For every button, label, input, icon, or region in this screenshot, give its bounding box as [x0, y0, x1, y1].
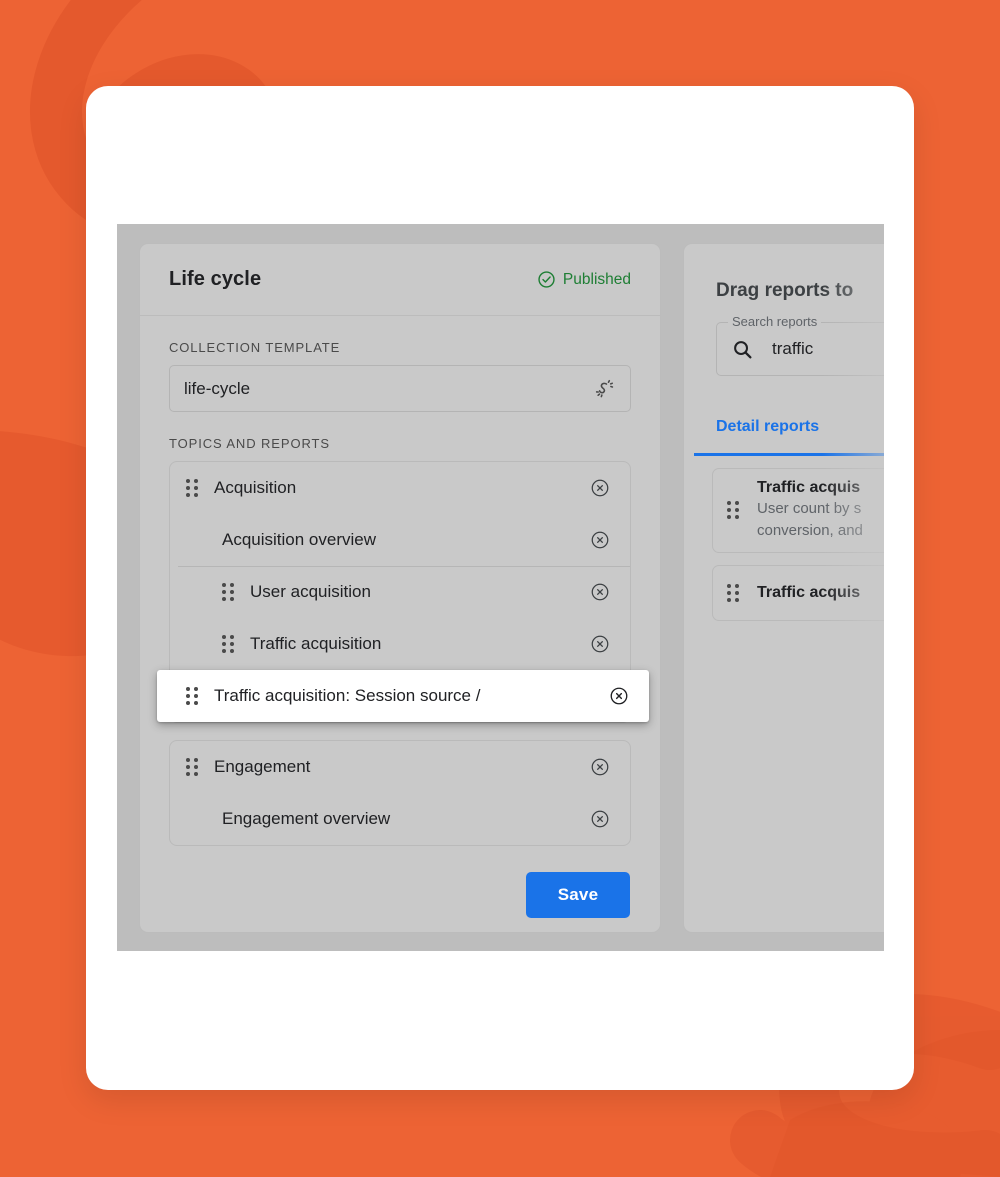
remove-circle-icon[interactable] [608, 685, 630, 707]
drag-handle-icon[interactable] [186, 479, 200, 497]
report-label: Engagement overview [222, 809, 391, 828]
save-row: Save [140, 846, 660, 918]
page-title: Life cycle [169, 268, 262, 290]
check-circle-icon [537, 270, 556, 289]
collection-editor-panel: Life cycle Published COLLECTION TEMPLATE… [139, 243, 661, 933]
report-label: User acquisition [250, 582, 371, 601]
report-card-text: Traffic acquis [757, 584, 860, 602]
app-viewport: Life cycle Published COLLECTION TEMPLATE… [117, 224, 884, 951]
list-item[interactable]: Traffic acquis [712, 564, 884, 621]
list-item[interactable]: Traffic acquis User count by s conversion… [712, 468, 884, 553]
status-badge-label: Published [562, 270, 631, 288]
collection-template-input[interactable]: life-cycle [169, 365, 631, 412]
topic-label: Acquisition [214, 478, 297, 497]
drag-handle-icon[interactable] [222, 583, 236, 601]
status-badge: Published [537, 270, 631, 289]
editor-header: Life cycle Published [140, 244, 660, 316]
search-reports-field[interactable]: Search reports traffic [716, 314, 884, 376]
search-icon [731, 338, 754, 361]
report-label: Traffic acquisition [250, 634, 382, 653]
drag-handle-icon[interactable] [727, 583, 741, 602]
report-card-title: Traffic acquis [757, 479, 861, 496]
tab-detail-reports[interactable]: Detail reports [716, 414, 884, 436]
drag-handle-icon[interactable] [727, 501, 741, 520]
library-tabs: Detail reports [694, 414, 884, 456]
remove-circle-icon[interactable] [589, 581, 611, 603]
drag-handle-icon[interactable] [222, 635, 236, 653]
search-input[interactable]: traffic [772, 339, 813, 359]
topics-group-2: Engagement Engagement overview [169, 740, 631, 846]
remove-circle-icon[interactable] [589, 808, 611, 830]
topic-label: Engagement [214, 757, 311, 776]
search-reports-legend: Search reports [728, 314, 822, 329]
table-row[interactable]: Engagement [170, 741, 630, 793]
report-card-description: User count by s conversion, and [757, 500, 863, 539]
drag-handle-icon[interactable] [186, 687, 200, 705]
table-row-dragging[interactable]: Traffic acquisition: Session source / [157, 670, 649, 722]
report-card-text: Traffic acquis User count by s conversion… [757, 479, 884, 542]
tab-active-underline [694, 453, 884, 456]
auto-generate-icon[interactable] [594, 378, 616, 400]
report-library-panel: Drag reports to Search reports traffic D… [683, 243, 884, 933]
report-library-title: Drag reports to [716, 280, 854, 301]
table-row[interactable]: Acquisition overview [170, 514, 630, 566]
collection-template-section-label: COLLECTION TEMPLATE [169, 340, 341, 355]
drag-handle-icon[interactable] [186, 758, 200, 776]
report-label: Traffic acquisition: Session source / [214, 686, 481, 705]
collection-template-value: life-cycle [184, 378, 251, 398]
topics-and-reports-section-label: TOPICS AND REPORTS [169, 436, 330, 451]
report-label: Acquisition overview [222, 530, 377, 549]
modal-card: Life cycle Published COLLECTION TEMPLATE… [86, 86, 914, 1090]
table-row[interactable]: Traffic acquisition [170, 618, 630, 670]
report-card-title: Traffic acquis [757, 583, 861, 601]
topics-group-1: Acquisition Acquisition overview User ac… [157, 461, 649, 723]
remove-circle-icon[interactable] [589, 756, 611, 778]
save-button[interactable]: Save [526, 872, 630, 918]
table-row[interactable]: User acquisition [170, 566, 630, 618]
table-row[interactable]: Acquisition [170, 462, 630, 514]
table-row[interactable]: Engagement overview [170, 793, 630, 845]
remove-circle-icon[interactable] [589, 529, 611, 551]
remove-circle-icon[interactable] [589, 477, 611, 499]
remove-circle-icon[interactable] [589, 633, 611, 655]
